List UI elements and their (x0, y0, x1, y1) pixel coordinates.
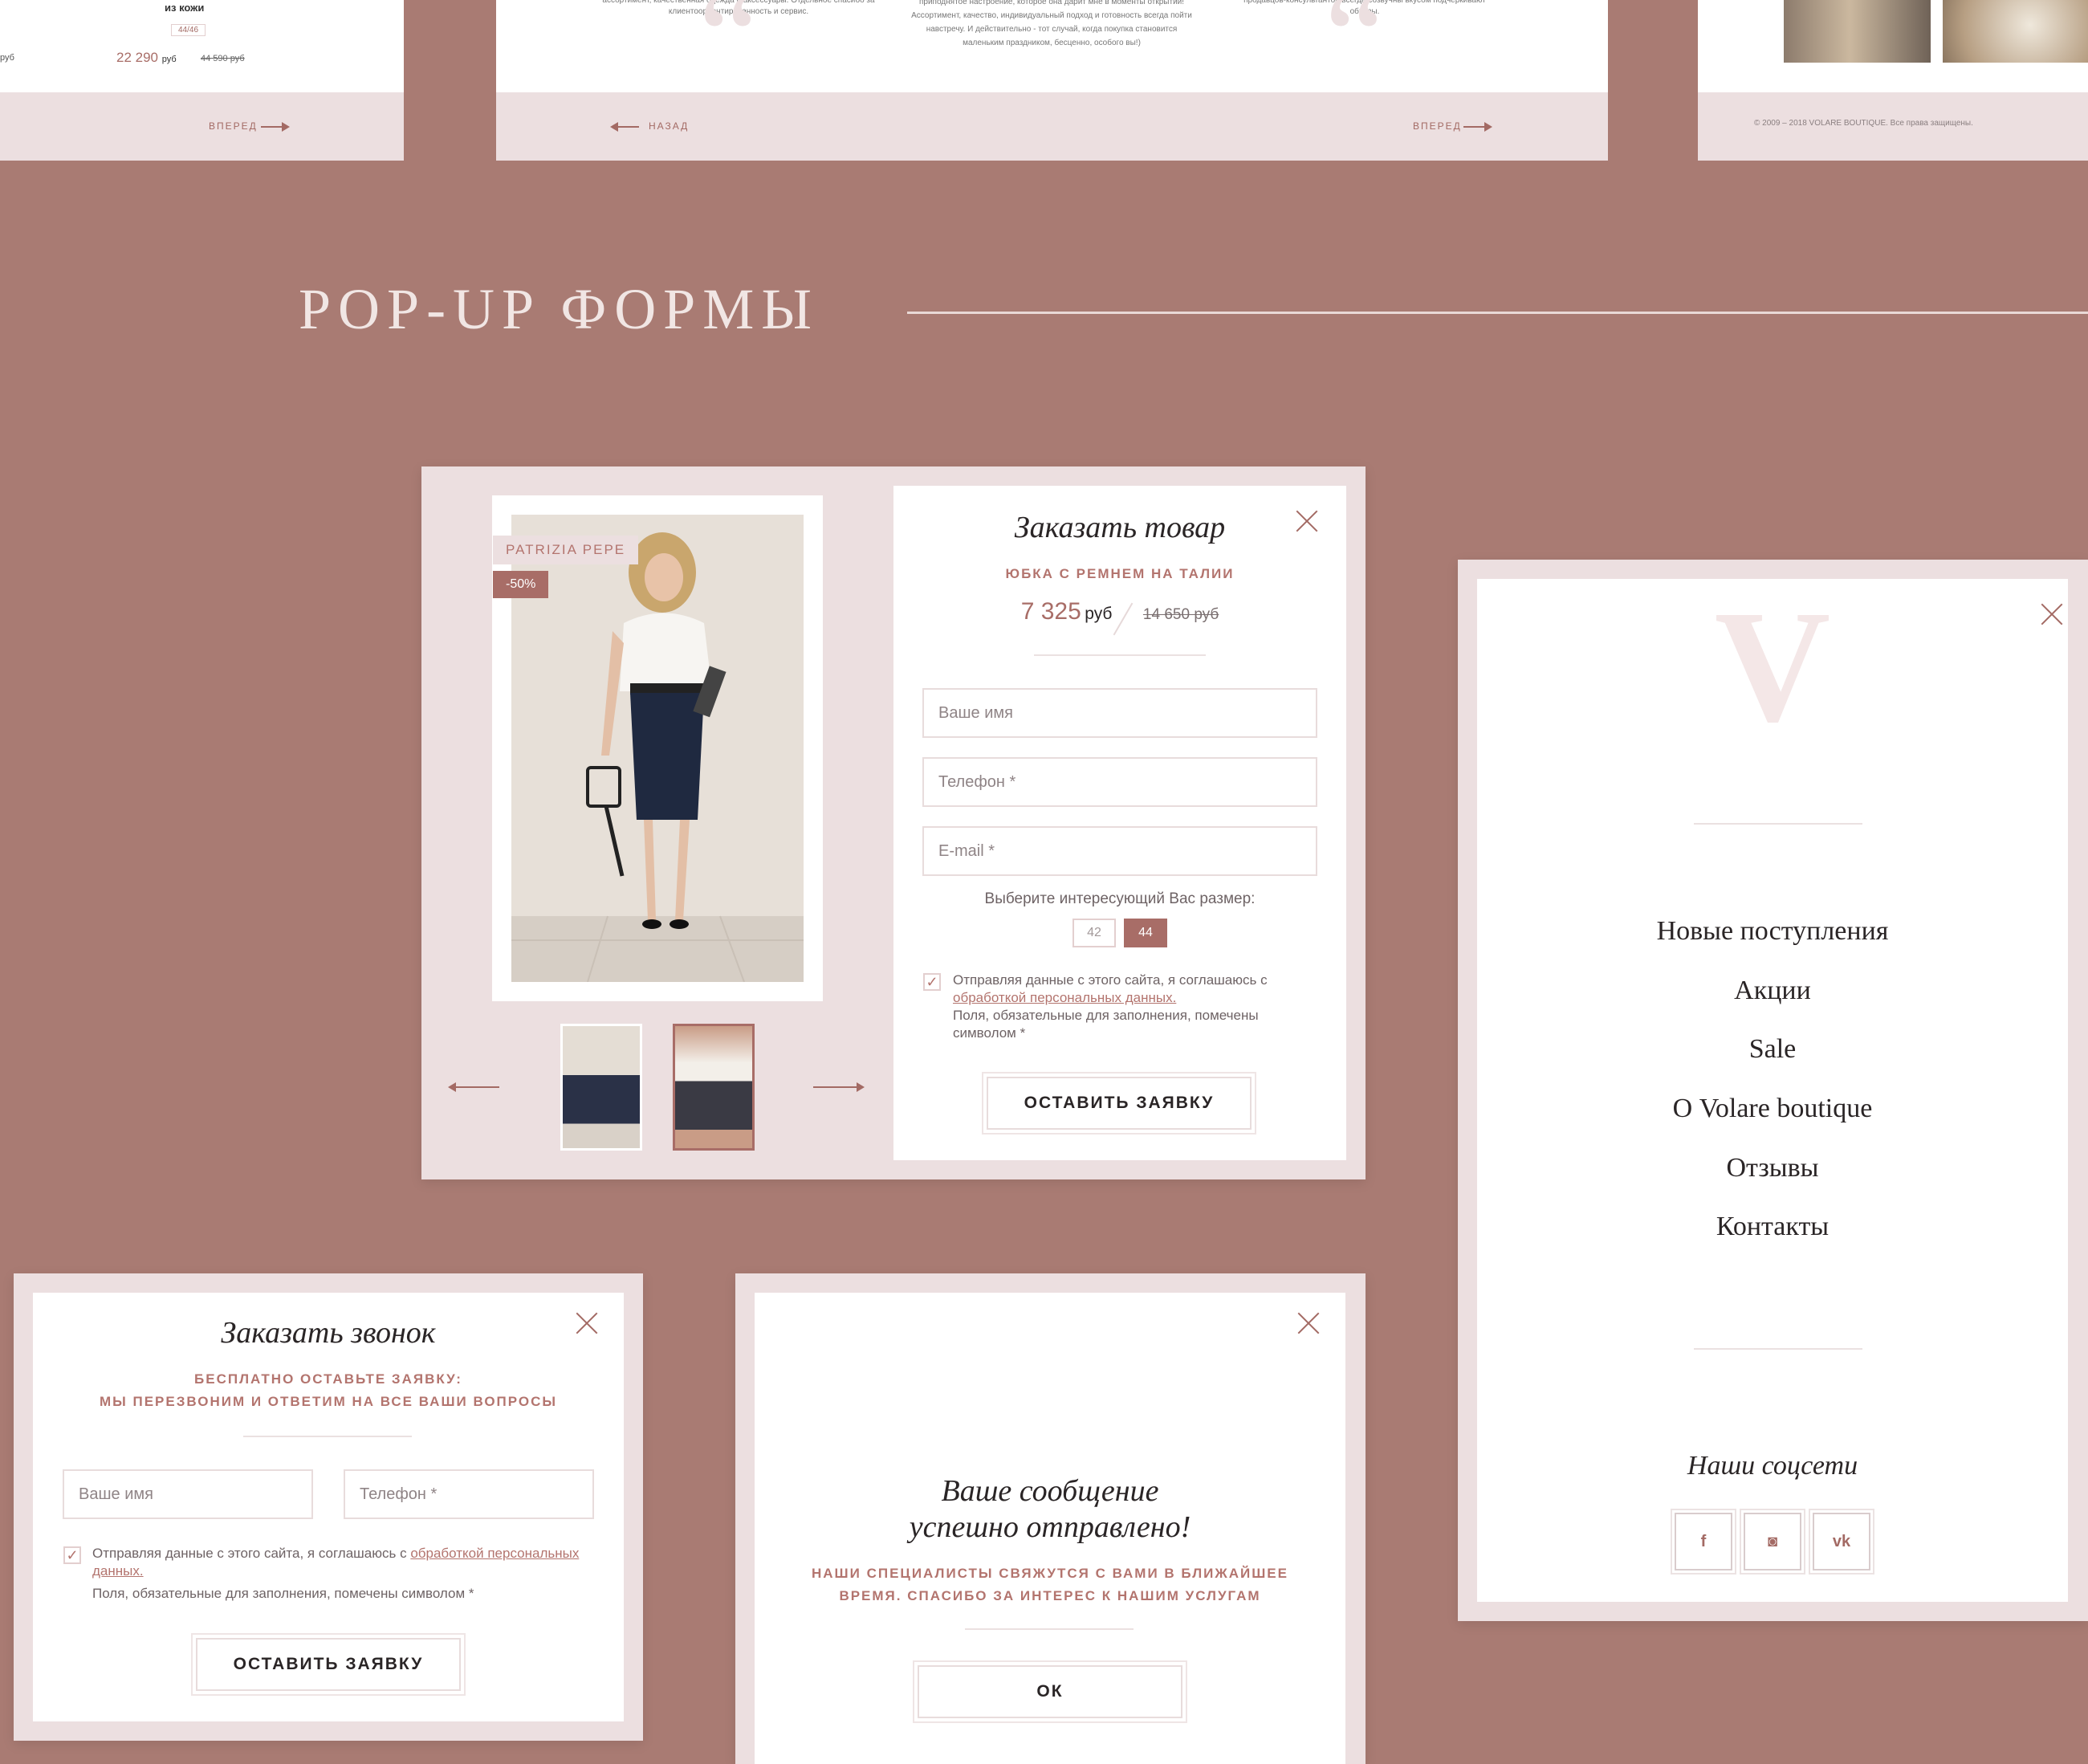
consent-checkbox[interactable]: ✓ (63, 1546, 81, 1564)
quote-right-icon: “ (1325, 0, 1386, 112)
section-title-rule (907, 312, 2088, 314)
callback-card: Заказать звонок БЕСПЛАТНО ОСТАВЬТЕ ЗАЯВК… (33, 1293, 624, 1721)
order-form-card: Заказать товар ЮБКА С РЕМНЕМ НА ТАЛИИ 7 … (893, 486, 1346, 1160)
instagram-photo-2 (1943, 0, 2088, 63)
next-arrow-icon[interactable] (261, 122, 290, 132)
top-left-preview-footer (0, 92, 404, 161)
ok-button[interactable]: ОК (913, 1660, 1187, 1723)
price-value: 7 325 (1020, 598, 1081, 625)
thumbnail-1[interactable] (560, 1024, 642, 1151)
order-product-popup: PATRIZIA PEPE -50% Заказать товар ЮБКА С… (421, 466, 1366, 1179)
size-badge: 44/46 (171, 24, 206, 36)
submit-order-button[interactable]: ОСТАВИТЬ ЗАЯВКУ (982, 1072, 1256, 1135)
success-text-2: ВРЕМЯ. СПАСИБО ЗА ИНТЕРЕС К НАШИМ УСЛУГА… (839, 1588, 1261, 1603)
phone-field[interactable]: Телефон * (922, 757, 1317, 807)
gallery-prev-arrow-icon[interactable] (448, 1082, 499, 1092)
menu-bottom-divider (1694, 1348, 1862, 1350)
required-note: Поля, обязательные для заполнения, помеч… (953, 1008, 1259, 1041)
title-divider (1034, 654, 1206, 656)
menu-item-promotions[interactable]: Акции (1477, 976, 2068, 1006)
phone-field[interactable]: Телефон * (344, 1469, 594, 1519)
instagram-icon[interactable]: ◙ (1740, 1509, 1805, 1575)
old-price: 14 650 руб (1142, 606, 1219, 623)
callback-divider (243, 1436, 412, 1437)
close-icon[interactable] (1294, 1309, 1323, 1338)
next-arrow-icon[interactable] (1463, 122, 1492, 132)
menu-item-contacts[interactable]: Контакты (1477, 1212, 2068, 1242)
facebook-icon[interactable]: f (1671, 1509, 1736, 1575)
callback-title: Заказать звонок (221, 1316, 436, 1350)
callback-subtitle-2: МЫ ПЕРЕЗВОНИМ И ОТВЕТИМ НА ВСЕ ВАШИ ВОПР… (99, 1394, 558, 1409)
instagram-photo-1 (1784, 0, 1931, 63)
menu-item-reviews[interactable]: Отзывы (1477, 1153, 2068, 1183)
callback-subtitle-1: БЕСПЛАТНО ОСТАВЬТЕ ЗАЯВКУ: (194, 1371, 462, 1387)
order-title: Заказать товар (1014, 511, 1226, 544)
success-popup: Ваше сообщение успешно отправлено! НАШИ … (735, 1273, 1366, 1764)
copyright: © 2009 – 2018 VOLARE BOUTIQUE. Все права… (1754, 119, 1973, 128)
next-link[interactable]: ВПЕРЕД (1413, 120, 1462, 132)
discount-badge: -50% (493, 571, 549, 598)
price-currency: руб (1085, 605, 1113, 623)
next-link[interactable]: ВПЕРЕД (209, 120, 258, 132)
menu-item-new-arrivals[interactable]: Новые поступления (1477, 916, 2068, 947)
consent-text-block: Отправляя данные с этого сайта, я соглаш… (92, 1545, 594, 1603)
mobile-menu-popup: V Новые поступления Акции Sale О Volare … (1458, 560, 2088, 1621)
email-field[interactable]: E-mail * (922, 826, 1317, 876)
size-label: Выберите интересующий Вас размер: (984, 890, 1256, 907)
consent-text-block: Отправляя данные с этого сайта, я соглаш… (953, 972, 1298, 1042)
menu-item-about[interactable]: О Volare boutique (1477, 1094, 2068, 1124)
consent-text: Отправляя данные с этого сайта, я соглаш… (953, 972, 1268, 988)
main-photo (511, 515, 804, 982)
brand-label: PATRIZIA PEPE (493, 536, 639, 564)
prev-price: руб (0, 53, 14, 63)
size-option-44[interactable]: 44 (1124, 919, 1167, 947)
success-text-1: НАШИ СПЕЦИАЛИСТЫ СВЯЖУТСЯ С ВАМИ В БЛИЖА… (812, 1566, 1288, 1581)
name-field[interactable]: Ваше имя (63, 1469, 313, 1519)
top-left-preview (0, 0, 404, 92)
success-divider (965, 1628, 1134, 1630)
logo-icon: V (1714, 578, 1831, 756)
success-title-1: Ваше сообщение (941, 1474, 1159, 1508)
consent-checkbox[interactable]: ✓ (923, 973, 941, 991)
product-name: из кожи (165, 2, 205, 14)
vk-icon[interactable]: vk (1809, 1509, 1874, 1575)
callback-popup: Заказать звонок БЕСПЛАТНО ОСТАВЬТЕ ЗАЯВК… (14, 1273, 643, 1741)
old-price: 44 590 руб (201, 54, 245, 63)
consent-text: Отправляя данные с этого сайта, я соглаш… (92, 1546, 407, 1561)
size-option-42[interactable]: 42 (1072, 919, 1116, 947)
success-card: Ваше сообщение успешно отправлено! НАШИ … (755, 1293, 1345, 1764)
thumbnail-2[interactable] (673, 1024, 755, 1151)
required-note: Поля, обязательные для заполнения, помеч… (92, 1586, 474, 1601)
mobile-menu-card: V Новые поступления Акции Sale О Volare … (1477, 579, 2068, 1602)
consent-link[interactable]: обработкой персональных данных. (953, 989, 1298, 1007)
success-title-2: успешно отправлено! (909, 1510, 1191, 1544)
model-image (511, 515, 804, 982)
menu-top-divider (1694, 823, 1862, 825)
review-text-center: приподнятое настроение, которое она дари… (911, 0, 1192, 47)
price-currency: руб (161, 55, 177, 64)
social-title: Наши соцсети (1687, 1451, 1858, 1481)
name-field[interactable]: Ваше имя (922, 688, 1317, 738)
quote-left-icon: “ (698, 0, 759, 112)
prev-arrow-icon[interactable] (610, 122, 639, 132)
product-name: ЮБКА С РЕМНЕМ НА ТАЛИИ (1005, 566, 1235, 581)
product-price: 22 290 руб (116, 50, 177, 66)
price-value: 22 290 (116, 50, 158, 65)
section-title: POP-UP ФОРМЫ (299, 277, 820, 341)
gallery-next-arrow-icon[interactable] (813, 1082, 865, 1092)
menu-item-sale[interactable]: Sale (1477, 1034, 2068, 1065)
submit-callback-button[interactable]: ОСТАВИТЬ ЗАЯВКУ (191, 1633, 466, 1696)
prev-link[interactable]: НАЗАД (649, 120, 689, 132)
